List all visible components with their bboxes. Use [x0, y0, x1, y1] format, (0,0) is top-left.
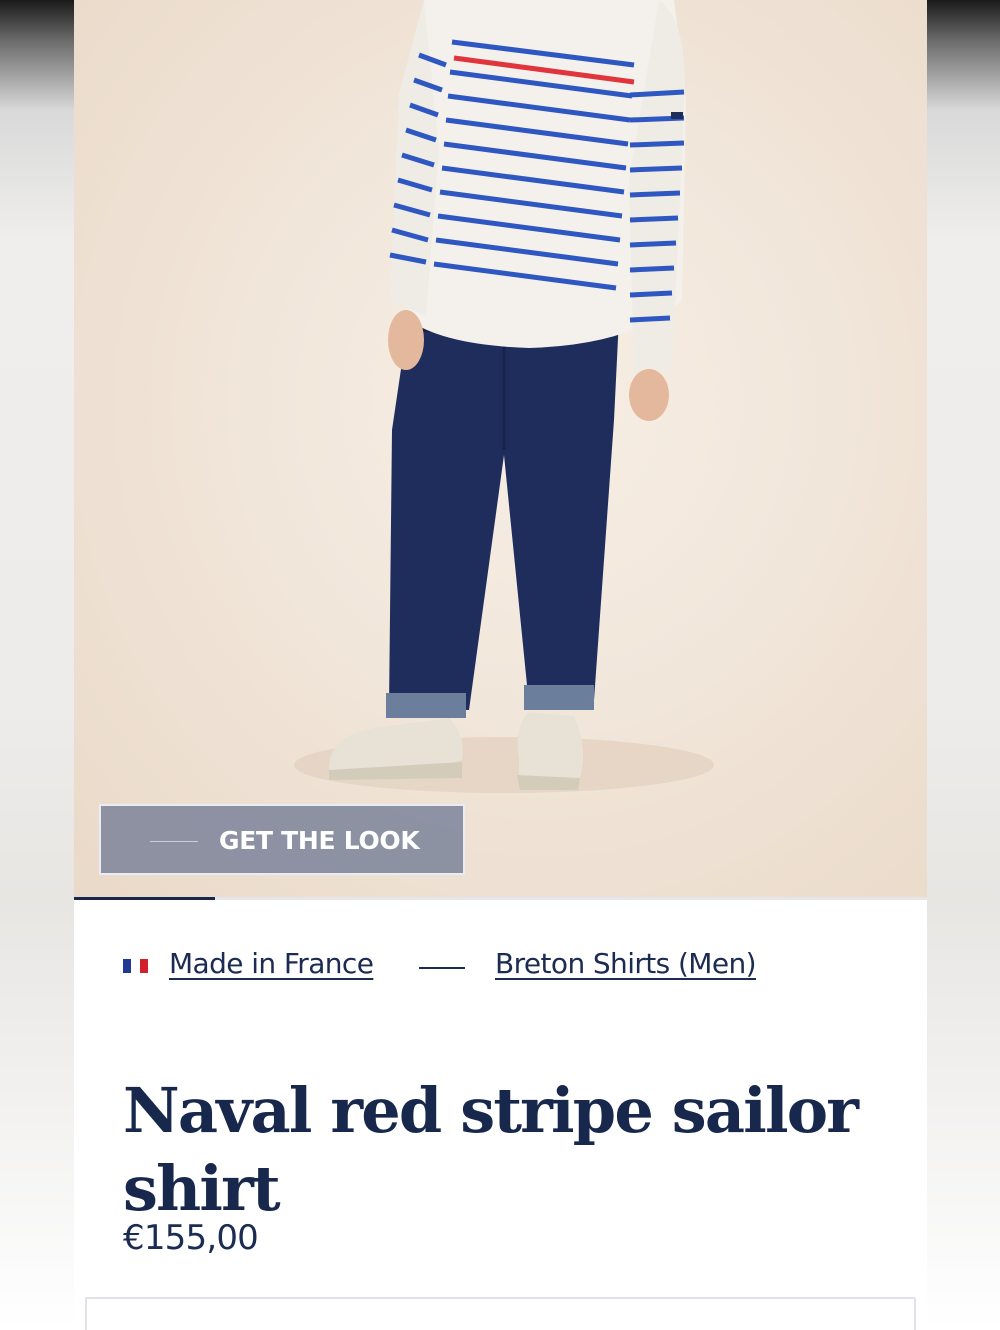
size-selector[interactable] [85, 1297, 916, 1330]
get-the-look-label: GET THE LOOK [219, 826, 420, 855]
gallery-progress-fill [74, 897, 215, 900]
look-decorative-line [150, 841, 198, 842]
product-image[interactable]: GET THE LOOK [74, 0, 927, 900]
breadcrumb: Made in France Breton Shirts (Men) [123, 945, 903, 991]
model-photo [294, 0, 714, 793]
get-the-look-button[interactable]: GET THE LOOK [99, 804, 465, 875]
made-in-france-link[interactable]: Made in France [169, 947, 374, 980]
product-price: €155,00 [123, 1218, 259, 1258]
breton-shirts-link[interactable]: Breton Shirts (Men) [495, 947, 757, 980]
product-page: GET THE LOOK Made in France Breton Shirt… [74, 0, 927, 1330]
gallery-progress-bar [74, 897, 927, 900]
french-flag-icon [123, 959, 148, 973]
breadcrumb-separator [419, 967, 465, 969]
product-title: Naval red stripe sailor shirt [123, 1073, 859, 1225]
